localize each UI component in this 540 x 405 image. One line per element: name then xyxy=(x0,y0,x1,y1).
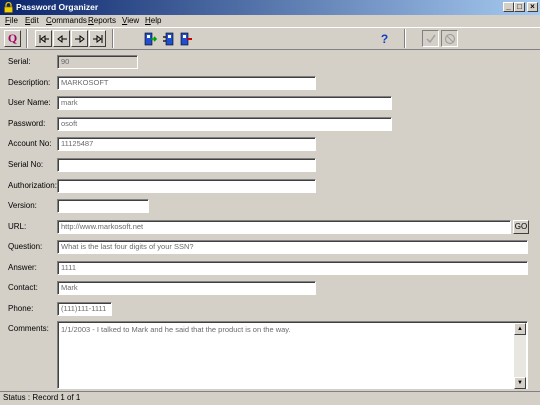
password-field[interactable]: osoft xyxy=(57,117,392,131)
menu-commands[interactable]: Commands xyxy=(46,15,87,27)
help-icon: ? xyxy=(380,31,389,46)
minimize-button[interactable]: _ xyxy=(503,2,514,12)
version-field[interactable] xyxy=(57,199,149,213)
toolbar-separator xyxy=(404,29,406,48)
save-icon xyxy=(425,34,436,43)
previous-record-button[interactable] xyxy=(53,30,70,47)
maximize-button[interactable]: □ xyxy=(514,2,525,12)
query-button[interactable]: Q xyxy=(4,30,21,47)
account-no-field[interactable]: 11125487 xyxy=(57,137,316,151)
authorization-field[interactable] xyxy=(57,179,316,193)
save-button[interactable] xyxy=(422,30,439,47)
username-field[interactable]: mark xyxy=(57,96,392,110)
edit-record-icon xyxy=(162,32,173,45)
status-bar xyxy=(0,391,540,405)
url-label: URL: xyxy=(8,222,27,231)
question-label: Question: xyxy=(8,242,43,251)
answer-label: Answer: xyxy=(8,263,37,272)
question-field[interactable]: What is the last four digits of your SSN… xyxy=(57,240,528,254)
cancel-button[interactable] xyxy=(441,30,458,47)
description-label: Description: xyxy=(8,78,51,87)
password-label: Password: xyxy=(8,119,46,128)
query-icon: Q xyxy=(7,31,18,45)
status-text: Status : Record 1 of 1 xyxy=(3,393,81,402)
menu-reports[interactable]: Reports xyxy=(88,15,116,27)
delete-record-button[interactable] xyxy=(178,30,195,47)
next-record-button[interactable] xyxy=(71,30,88,47)
comments-textarea[interactable]: 1/1/2003 - I talked to Mark and he said … xyxy=(57,321,528,389)
scroll-up-icon[interactable]: ▲ xyxy=(514,323,526,335)
delete-record-icon xyxy=(180,32,192,45)
add-record-icon xyxy=(144,32,157,45)
serial-label: Serial: xyxy=(8,57,31,66)
serial-no-label: Serial No: xyxy=(8,160,44,169)
comments-scrollbar[interactable]: ▲ ▼ xyxy=(514,323,526,389)
answer-field[interactable]: 1111 xyxy=(57,261,528,275)
close-button[interactable]: × xyxy=(527,2,538,12)
serial-no-field[interactable] xyxy=(57,158,316,172)
menu-edit[interactable]: Edit xyxy=(25,15,39,27)
menu-view[interactable]: View xyxy=(122,15,139,27)
comments-text: 1/1/2003 - I talked to Mark and he said … xyxy=(61,325,291,334)
version-label: Version: xyxy=(8,201,37,210)
help-button[interactable]: ? xyxy=(376,30,393,47)
contact-field[interactable]: Mark xyxy=(57,281,316,295)
authorization-label: Authorization: xyxy=(8,181,57,190)
first-record-button[interactable] xyxy=(35,30,52,47)
account-no-label: Account No: xyxy=(8,139,52,148)
toolbar-bottom-divider xyxy=(0,49,540,50)
next-record-icon xyxy=(74,34,85,43)
username-label: User Name: xyxy=(8,98,51,107)
add-record-button[interactable] xyxy=(142,30,159,47)
last-record-button[interactable] xyxy=(89,30,106,47)
toolbar-separator xyxy=(26,29,28,48)
url-field[interactable]: http://www.markosoft.net xyxy=(57,220,511,234)
phone-label: Phone: xyxy=(8,304,34,313)
comments-label: Comments: xyxy=(8,324,49,333)
edit-record-button[interactable] xyxy=(160,30,177,47)
cancel-icon xyxy=(444,33,455,44)
toolbar-separator xyxy=(112,29,114,48)
phone-field[interactable]: (111)111-1111 xyxy=(57,302,112,316)
first-record-icon xyxy=(39,34,49,43)
previous-record-icon xyxy=(56,34,67,43)
contact-label: Contact: xyxy=(8,283,38,292)
scroll-down-icon[interactable]: ▼ xyxy=(514,377,526,389)
serial-field: 90 xyxy=(57,55,138,69)
window-title: Password Organizer xyxy=(16,2,99,12)
toolbar-divider xyxy=(0,27,540,28)
menu-file[interactable]: File xyxy=(5,15,18,27)
lock-icon xyxy=(4,2,13,13)
description-field[interactable]: MARKOSOFT xyxy=(57,76,316,90)
last-record-icon xyxy=(92,34,102,43)
menu-help[interactable]: Help xyxy=(145,15,161,27)
go-button[interactable]: GO xyxy=(513,220,529,234)
